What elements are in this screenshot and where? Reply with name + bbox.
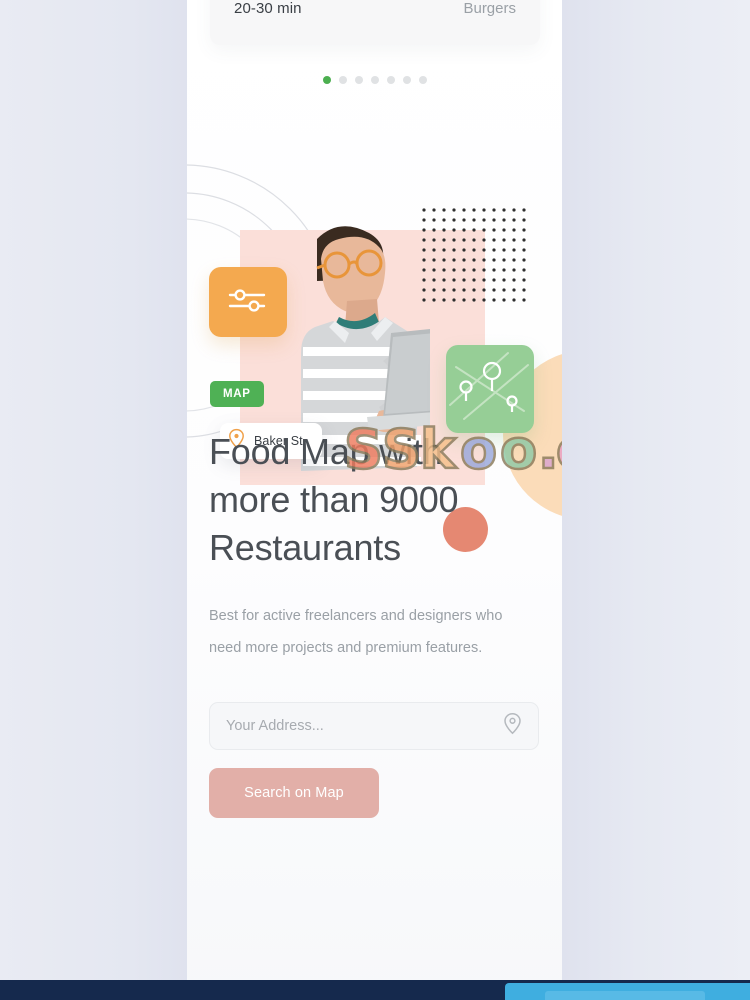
content-column: 20-30 min Burgers Baker St. S S k o o . …: [187, 0, 562, 1000]
filter-chip[interactable]: [209, 267, 287, 337]
restaurant-card-meta: 20-30 min Burgers: [234, 0, 516, 17]
carousel-dot-5[interactable]: [386, 76, 395, 84]
category-label: Burgers: [463, 0, 516, 17]
address-search-field[interactable]: Your Address...: [209, 702, 539, 750]
carousel-dot-1[interactable]: [322, 76, 331, 84]
bottom-blue-inner-block: [545, 991, 705, 1000]
page-title: Food Map with more than 9000 Restaurants: [209, 431, 459, 568]
search-on-map-button[interactable]: Search on Map: [209, 768, 379, 818]
address-input-placeholder: Your Address...: [226, 718, 324, 734]
carousel-dot-2[interactable]: [338, 76, 347, 84]
location-pin-icon[interactable]: [503, 712, 522, 740]
bottom-blue-panel: [505, 983, 750, 1000]
section-description: Best for active freelancers and designer…: [209, 608, 503, 656]
sliders-filter-icon: [226, 285, 270, 320]
decorative-dot-grid: [422, 208, 532, 303]
carousel-dot-7[interactable]: [418, 76, 427, 84]
restaurant-card[interactable]: 20-30 min Burgers: [210, 0, 540, 45]
screenshot-root: 20-30 min Burgers Baker St. S S k o o . …: [0, 0, 750, 1000]
carousel-dot-4[interactable]: [370, 76, 379, 84]
delivery-time-label: 20-30 min: [234, 0, 302, 17]
map-chip[interactable]: [446, 345, 534, 433]
page-background-left: [0, 0, 188, 1000]
section-badge: MAP: [210, 381, 264, 407]
carousel-dot-3[interactable]: [354, 76, 363, 84]
carousel-dot-6[interactable]: [402, 76, 411, 84]
page-background-right: [562, 0, 750, 1000]
carousel-pagination[interactable]: [187, 76, 562, 84]
